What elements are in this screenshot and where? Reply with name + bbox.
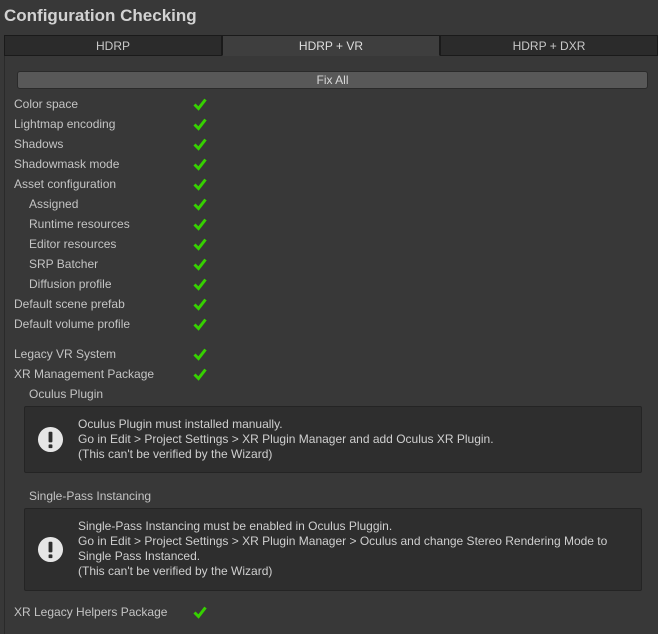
checkmark-icon [193,118,207,131]
configuration-title: Configuration Checking [4,6,197,25]
checkmark-icon [193,606,207,619]
check-label: XR Management Package [14,367,155,381]
help-line: Single-Pass Instancing must be enabled i… [78,519,393,533]
checkmark-icon [193,158,207,171]
check-row-legacy-vr-system: Legacy VR System [0,344,300,364]
help-line: Go in Edit > Project Settings > XR Plugi… [78,534,608,563]
check-row-xr-legacy-helpers-package: XR Legacy Helpers Package [0,602,300,622]
check-label: Lightmap encoding [14,117,116,131]
check-label: Diffusion profile [29,277,112,291]
check-row-diffusion-profile: Diffusion profile [0,274,300,294]
tab-hdrp-dxr[interactable]: HDRP + DXR [440,35,658,56]
check-row-srp-batcher: SRP Batcher [0,254,300,274]
single-pass-instancing-label: Single-Pass Instancing [29,489,152,503]
checkmark-icon [193,278,207,291]
check-label: Legacy VR System [14,347,117,361]
checkmark-icon [193,198,207,211]
tab-bar: HDRP HDRP + VR HDRP + DXR [4,35,658,56]
checkmark-icon [193,318,207,331]
single-pass-instancing-helpbox: Single-Pass Instancing must be enabled i… [24,508,642,591]
tab-hdrp-vr[interactable]: HDRP + VR [222,35,440,56]
checkmark-icon [193,238,207,251]
check-label: Color space [14,97,79,111]
checkmark-icon [193,298,207,311]
checkmark-icon [193,258,207,271]
warning-info-icon [37,426,64,453]
warning-info-icon [37,536,64,563]
check-row-shadowmask-mode: Shadowmask mode [0,154,300,174]
check-row-shadows: Shadows [0,134,300,154]
checkmark-icon [193,98,207,111]
check-label: Shadowmask mode [14,157,120,171]
check-row-lightmap-encoding: Lightmap encoding [0,114,300,134]
checkmark-icon [193,368,207,381]
check-label: Editor resources [29,237,117,251]
check-row-xr-management-package: XR Management Package [0,364,300,384]
check-label: XR Legacy Helpers Package [14,605,168,619]
check-label: Default scene prefab [14,297,125,311]
check-row-default-volume-profile: Default volume profile [0,314,300,334]
fix-all-button[interactable]: Fix All [17,71,648,89]
check-row-runtime-resources: Runtime resources [0,214,300,234]
check-row-asset-configuration: Asset configuration [0,174,300,194]
help-line: (This can't be verified by the Wizard) [78,447,273,461]
checkmark-icon [193,218,207,231]
oculus-plugin-label: Oculus Plugin [29,387,104,401]
check-label: Shadows [14,137,64,151]
oculus-plugin-message: Oculus Plugin must installed manually. G… [78,417,631,462]
help-line: Oculus Plugin must installed manually. [78,417,283,431]
check-label: Default volume profile [14,317,131,331]
check-label: Runtime resources [29,217,130,231]
check-label: Asset configuration [14,177,117,191]
tab-hdrp[interactable]: HDRP [4,35,222,56]
help-line: (This can't be verified by the Wizard) [78,564,273,578]
single-pass-instancing-message: Single-Pass Instancing must be enabled i… [78,519,631,579]
checkmark-icon [193,138,207,151]
oculus-plugin-helpbox: Oculus Plugin must installed manually. G… [24,406,642,473]
checkmark-icon [193,348,207,361]
check-row-default-scene-prefab: Default scene prefab [0,294,300,314]
checkmark-icon [193,178,207,191]
help-line: Go in Edit > Project Settings > XR Plugi… [78,432,494,446]
check-label: Assigned [29,197,79,211]
check-row-assigned: Assigned [0,194,300,214]
check-row-editor-resources: Editor resources [0,234,300,254]
check-label: SRP Batcher [29,257,99,271]
check-row-color-space: Color space [0,94,300,114]
